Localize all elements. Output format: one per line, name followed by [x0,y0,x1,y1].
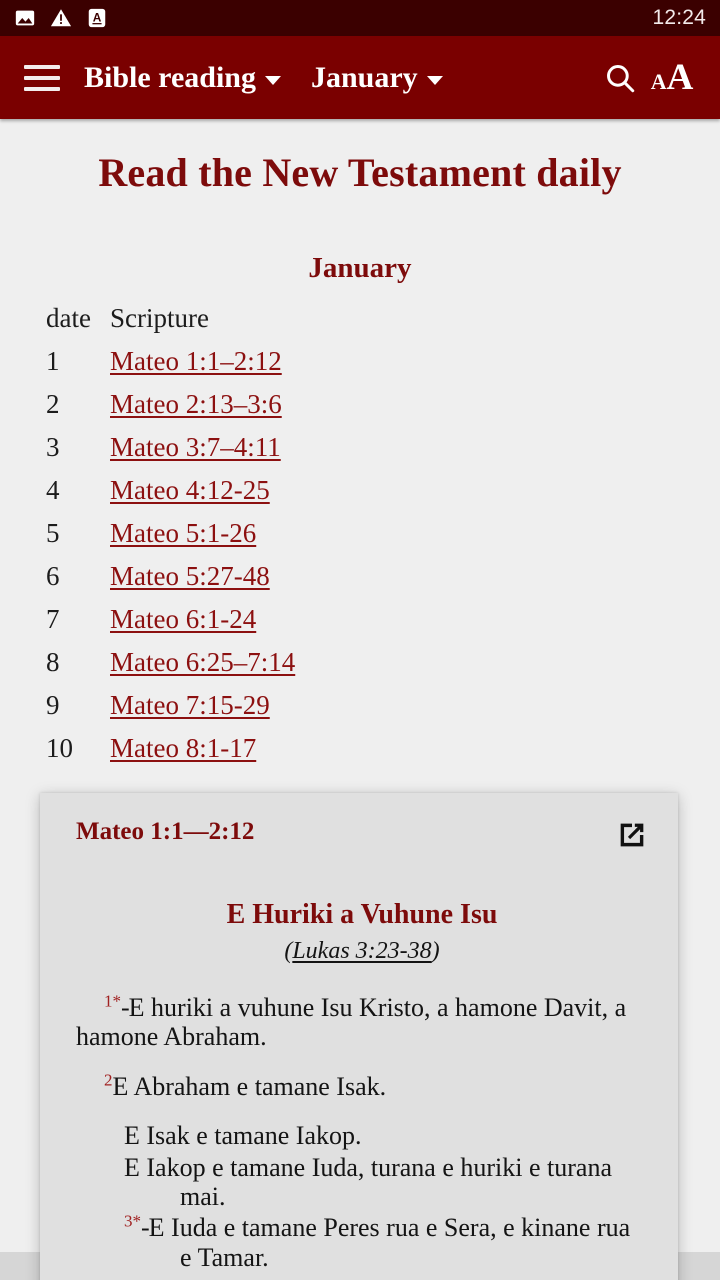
status-bar-clock: 12:24 [652,6,706,29]
footnote-marker[interactable]: * [133,1212,142,1231]
footnote-dash: ‑ [121,993,130,1022]
verse-number: 2 [104,1070,113,1090]
popup-scripture-reference: Mateo 1:1—2:12 [76,818,255,845]
scripture-link[interactable]: Mateo 2:13–3:6 [110,389,282,420]
column-header-scripture: Scripture [110,303,209,333]
row-date: 4 [46,475,60,505]
scripture-link[interactable]: Mateo 6:25–7:14 [110,647,295,678]
article-page: Read the New Testament daily January dat… [0,119,720,1280]
status-bar: A 12:24 [0,0,720,36]
scripture-link[interactable]: Mateo 7:15-29 [110,690,270,721]
chapter-title: E Huriki a Vuhune Isu [226,899,498,930]
external-link-icon [615,818,649,857]
text-size-button[interactable]: AA [646,52,698,104]
verse-paragraph: 1*‑E huriki a vuhune Isu Kristo, a hamon… [76,991,648,1052]
column-header-date: date [46,303,91,333]
page-title: Read the New Testament daily [98,150,622,195]
publication-dropdown-label: Bible reading [84,60,256,94]
row-date: 2 [46,389,60,419]
table-row: 4 Mateo 4:12-25 [46,475,720,506]
hamburger-menu-icon[interactable] [24,64,60,91]
svg-text:A: A [93,11,102,25]
translate-a-icon: A [86,7,108,29]
verse-number: 3 [124,1211,133,1231]
row-date: 3 [46,432,60,462]
publication-dropdown[interactable]: Bible reading [84,60,281,94]
status-bar-icons: A [14,7,108,29]
footnote-marker[interactable]: * [113,991,122,1010]
table-row: 2 Mateo 2:13–3:6 [46,389,720,420]
chevron-down-icon [264,76,281,85]
search-icon [603,61,637,95]
month-dropdown[interactable]: January [310,60,443,94]
verse-line: 3*‑E Iuda e tamane Peres rua e Sera, e k… [124,1213,648,1272]
table-row: 3 Mateo 3:7–4:11 [46,432,720,463]
table-row: 7 Mateo 6:1-24 [46,604,720,635]
table-row: 10 Mateo 8:1-17 [46,733,720,764]
table-row: 1 Mateo 1:1–2:12 [46,346,720,377]
row-date: 5 [46,518,60,548]
scripture-preview-popup: Mateo 1:1—2:12 E Huriki a Vuhune Isu (Lu… [40,793,678,1280]
cross-reference-link[interactable]: Lukas 3:23-38 [292,938,431,964]
verse-text: E Iuda e tamane Peres rua e Sera, e kina… [148,1213,631,1272]
popup-body: E Huriki a Vuhune Isu (Lukas 3:23-38) 1*… [40,899,678,1272]
popup-header: Mateo 1:1—2:12 [40,793,678,857]
verse-text: E huriki a vuhune Isu Kristo, a hamone D… [76,993,627,1052]
scripture-link[interactable]: Mateo 3:7–4:11 [110,432,281,463]
row-date: 8 [46,647,60,677]
search-button[interactable] [594,52,646,104]
row-date: 10 [46,733,73,763]
row-date: 9 [46,690,60,720]
verse-number: 1 [104,991,113,1011]
verse-line: E Iakop e tamane Iuda, turana e huriki e… [124,1152,612,1211]
reading-schedule-table: date Scripture 1 Mateo 1:1–2:12 2 Mateo … [0,303,720,764]
row-date: 6 [46,561,60,591]
poetic-lines: E Isak e tamane Iakop. E Iakop e tamane … [76,1121,648,1272]
chapter-subtitle: (Lukas 3:23-38) [76,938,648,965]
verse-text: E Abraham e tamane Isak. [112,1071,387,1101]
scripture-link[interactable]: Mateo 4:12-25 [110,475,270,506]
scripture-link[interactable]: Mateo 8:1-17 [110,733,256,764]
chapter-subtitle-close-paren: ) [431,938,440,964]
verse-paragraph: 2E Abraham e tamane Isak. [76,1070,648,1101]
row-date: 7 [46,604,60,634]
scripture-link[interactable]: Mateo 6:1-24 [110,604,256,635]
table-row: 6 Mateo 5:27-48 [46,561,720,592]
table-row: 8 Mateo 6:25–7:14 [46,647,720,678]
text-size-icon-big-a: A [666,57,694,98]
image-icon [14,7,36,29]
table-row: 5 Mateo 5:1-26 [46,518,720,549]
verse-line: E Isak e tamane Iakop. [124,1121,362,1151]
table-header-row: date Scripture [46,303,720,334]
scripture-link[interactable]: Mateo 5:1-26 [110,518,256,549]
open-in-new-window-button[interactable] [612,817,652,857]
text-size-icon-small-a: A [650,69,667,94]
table-row: 9 Mateo 7:15-29 [46,690,720,721]
chevron-down-icon [426,76,443,85]
month-dropdown-label: January [310,60,418,94]
scripture-link[interactable]: Mateo 5:27-48 [110,561,270,592]
verse-content: 1*‑E huriki a vuhune Isu Kristo, a hamon… [76,991,648,1272]
footnote-dash: ‑ [141,1213,150,1243]
month-heading: January [308,252,412,284]
warning-triangle-icon [50,7,72,29]
scripture-link[interactable]: Mateo 1:1–2:12 [110,346,282,377]
text-size-icon: AA [651,59,694,96]
app-toolbar: Bible reading January AA [0,36,720,119]
row-date: 1 [46,346,60,376]
